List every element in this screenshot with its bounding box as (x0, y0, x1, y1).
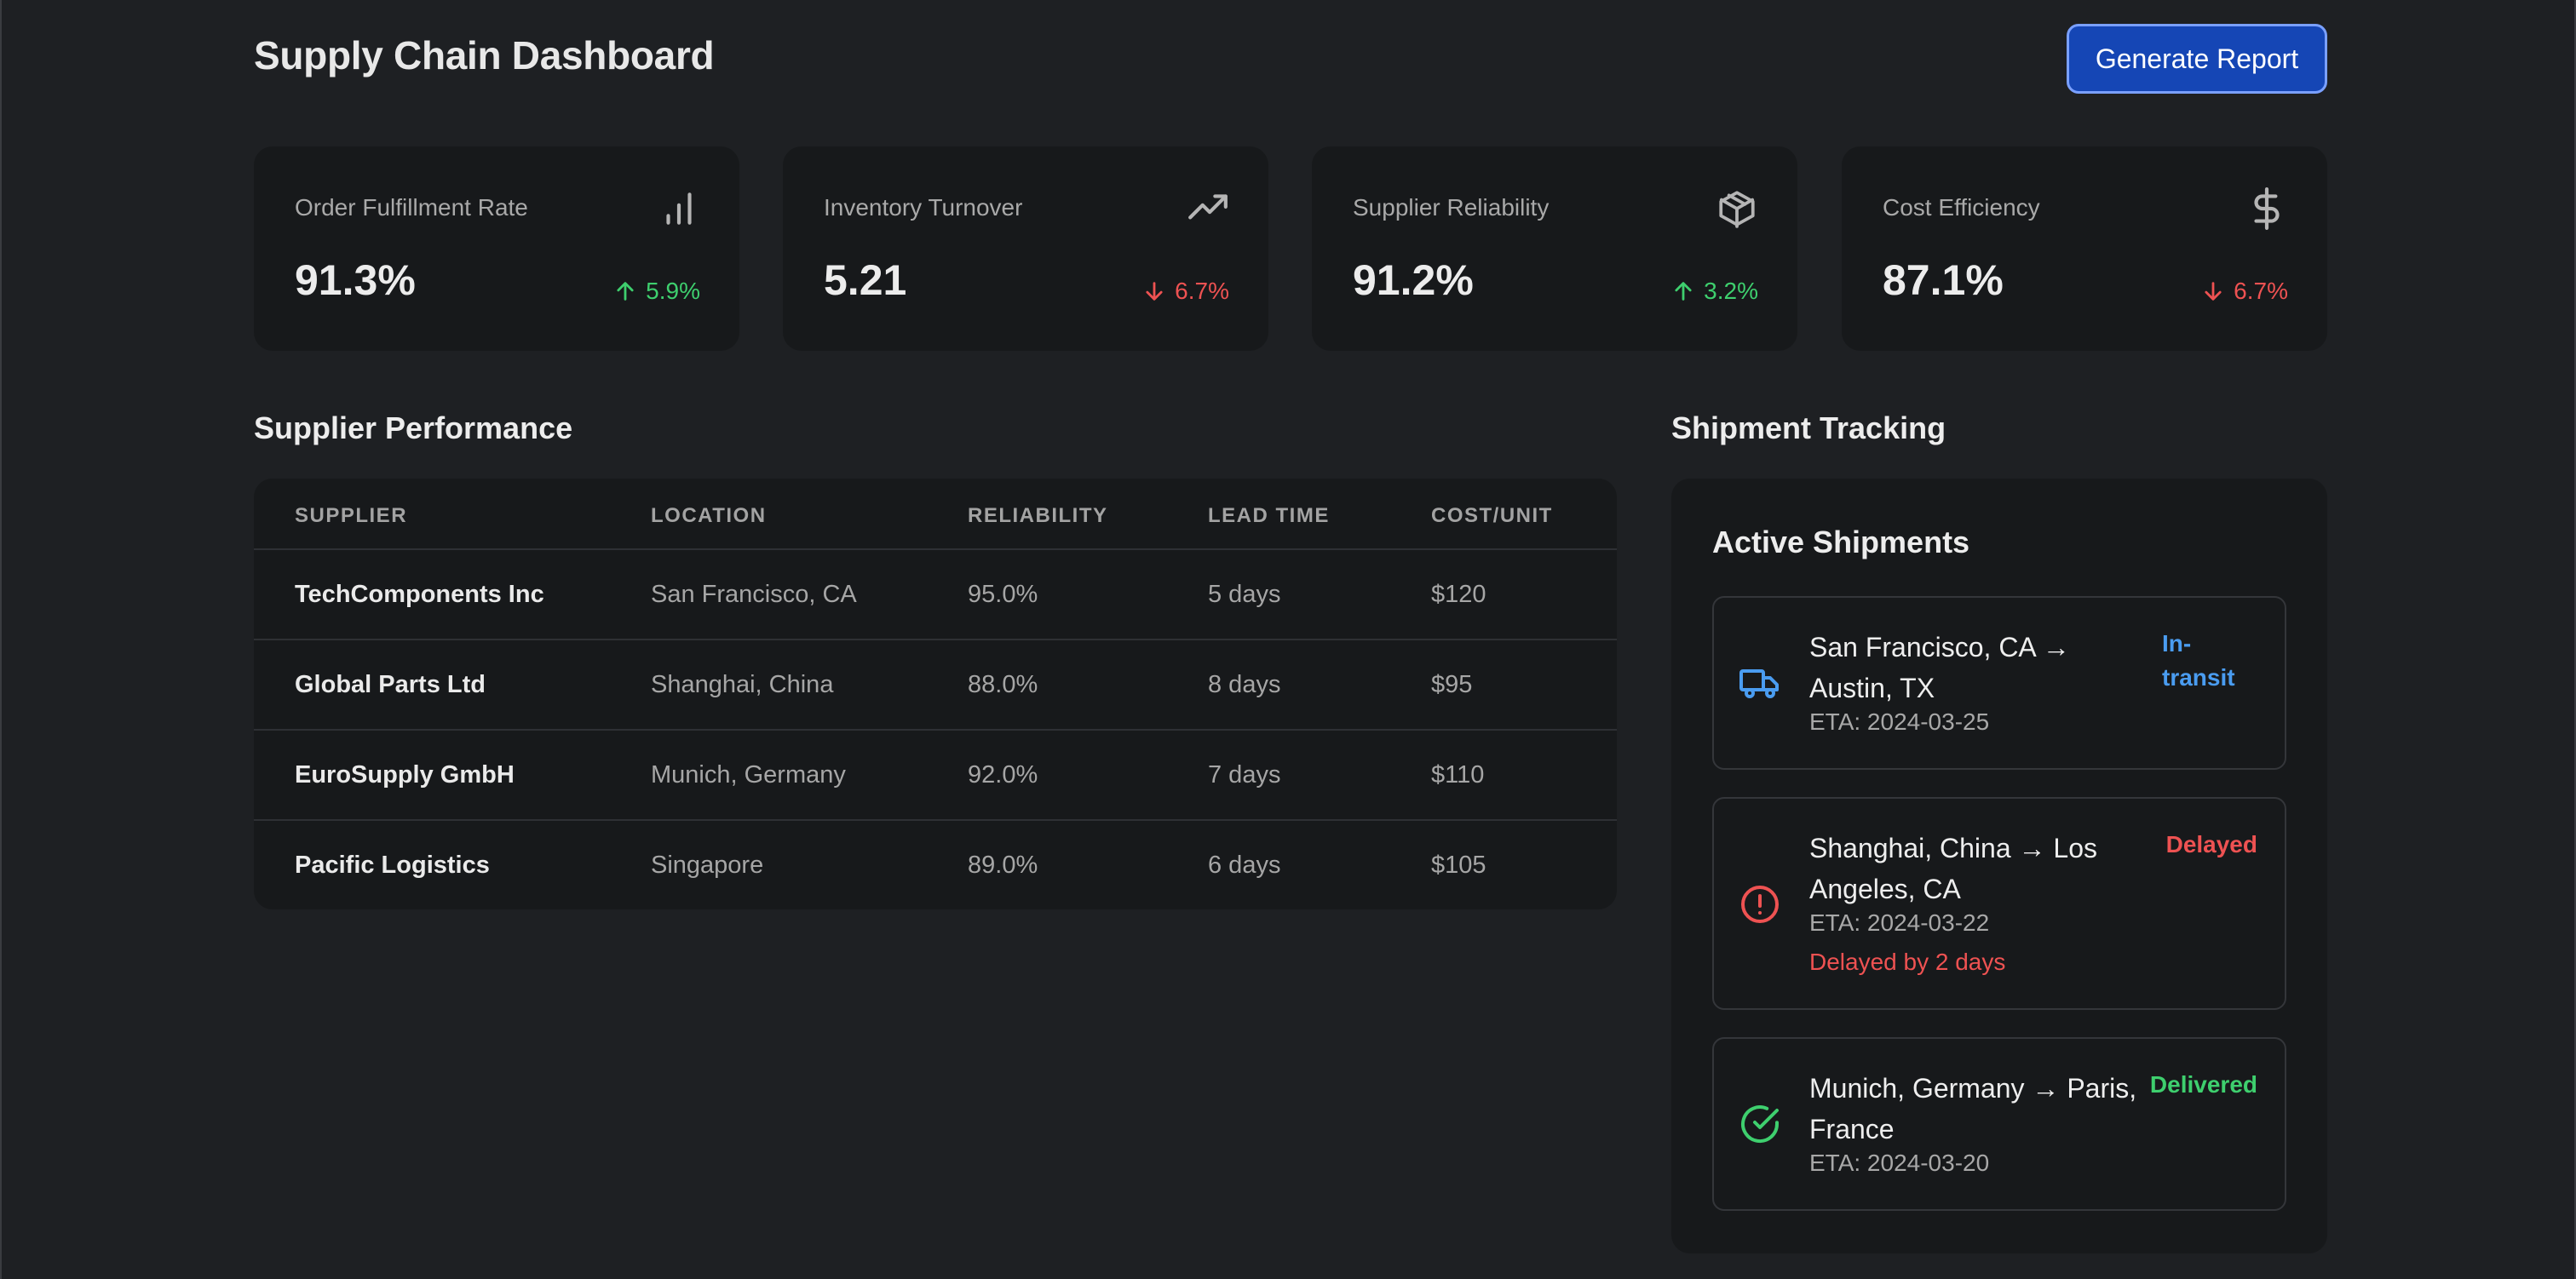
shipment-route: San Francisco, CA → Austin, TX (1809, 627, 2150, 708)
route-line: Shanghai, China → Los (1809, 833, 2097, 863)
shipment-item[interactable]: Munich, Germany → Paris, France ETA: 202… (1712, 1037, 2286, 1211)
supplier-location: Singapore (651, 852, 764, 879)
supplier-cost-unit: $120 (1431, 581, 1486, 608)
route-line: Austin, TX (1809, 673, 1935, 703)
metric-change-value: 5.9% (646, 278, 700, 304)
metric-label: Cost Efficiency (1883, 194, 2040, 221)
status-line: Delayed (2165, 831, 2257, 857)
shipment-eta: ETA: 2024-03-25 (1809, 708, 1990, 735)
shipment-item[interactable]: San Francisco, CA → Austin, TX ETA: 2024… (1712, 596, 2286, 770)
metric-card-inventory-turnover: Inventory Turnover 5.21 6.7% (783, 146, 1268, 351)
route-line: Munich, Germany → Paris, (1809, 1073, 2137, 1104)
header: Supply Chain Dashboard Generate Report (254, 24, 2327, 97)
metric-change: 6.7% (2201, 278, 2288, 305)
supplier-location: San Francisco, CA (651, 581, 857, 608)
shipment-tracking-title: Shipment Tracking (1671, 410, 1946, 445)
supplier-reliability: 95.0% (968, 581, 1038, 608)
metric-value: 5.21 (824, 256, 907, 304)
bar-chart-icon (666, 192, 692, 225)
metrics-row: Order Fulfillment Rate 91.3% 5.9% Invent… (254, 146, 2327, 351)
status-badge-delivered: Delivered (2150, 1068, 2257, 1102)
table-row[interactable]: EuroSupply GmbH Munich, Germany 92.0% 7 … (254, 731, 1617, 821)
generate-report-button[interactable]: Generate Report (2067, 24, 2327, 94)
status-line: transit (2162, 664, 2235, 691)
metric-change: 5.9% (613, 278, 700, 305)
metric-change-value: 3.2% (1704, 278, 1758, 304)
metric-label: Supplier Reliability (1353, 194, 1550, 221)
metric-card-order-fulfillment: Order Fulfillment Rate 91.3% 5.9% (254, 146, 739, 351)
supplier-name: Pacific Logistics (295, 852, 490, 879)
route-line: France (1809, 1114, 1895, 1144)
metric-change-value: 6.7% (1175, 278, 1229, 304)
metric-change: 3.2% (1671, 278, 1758, 305)
supplier-name: Global Parts Ltd (295, 671, 486, 698)
supplier-cost-unit: $105 (1431, 852, 1486, 879)
route-line: San Francisco, CA → (1809, 632, 2070, 662)
column-header-location[interactable]: LOCATION (651, 504, 767, 528)
table-row[interactable]: Pacific Logistics Singapore 89.0% 6 days… (254, 821, 1617, 909)
check-circle-icon (1741, 1105, 1779, 1143)
supplier-lead-time: 5 days (1208, 581, 1281, 608)
supplier-lead-time: 8 days (1208, 671, 1281, 698)
shipment-eta: ETA: 2024-03-22 (1809, 909, 1990, 936)
shipment-route: Munich, Germany → Paris, France (1809, 1068, 2167, 1150)
metric-card-supplier-reliability: Supplier Reliability 91.2% 3.2% (1312, 146, 1797, 351)
supplier-name: EuroSupply GmbH (295, 761, 515, 789)
status-badge-in-transit: In- transit (2162, 627, 2235, 695)
dollar-icon (2254, 187, 2280, 230)
arrow-down-icon (2205, 282, 2222, 301)
arrow-down-icon (1146, 282, 1163, 301)
column-header-reliability[interactable]: RELIABILITY (968, 504, 1108, 528)
status-badge-delayed: Delayed (2166, 828, 2257, 862)
supplier-reliability: 92.0% (968, 761, 1038, 789)
active-shipments-heading: Active Shipments (1712, 525, 1970, 559)
metric-label: Order Fulfillment Rate (295, 194, 528, 221)
supplier-cost-unit: $95 (1431, 671, 1473, 698)
metric-change-value: 6.7% (2234, 278, 2288, 304)
metric-label: Inventory Turnover (824, 194, 1023, 221)
trending-up-icon (1188, 194, 1228, 220)
app-window: Supply Chain Dashboard Generate Report O… (0, 0, 2576, 1279)
supplier-cost-unit: $110 (1431, 761, 1485, 789)
status-line: Delivered (2149, 1071, 2257, 1098)
truck-icon (1739, 669, 1779, 698)
supplier-lead-time: 6 days (1208, 852, 1281, 879)
table-header: SUPPLIER LOCATION RELIABILITY LEAD TIME … (254, 479, 1617, 550)
metric-value: 91.2% (1353, 256, 1474, 304)
supplier-lead-time: 7 days (1208, 761, 1281, 789)
supplier-location: Munich, Germany (651, 761, 846, 789)
arrow-up-icon (1675, 282, 1692, 301)
alert-circle-icon (1741, 886, 1779, 923)
package-icon (1719, 191, 1755, 228)
supplier-reliability: 88.0% (968, 671, 1038, 698)
column-header-cost-unit[interactable]: COST/UNIT (1431, 504, 1553, 528)
column-header-supplier[interactable]: SUPPLIER (295, 504, 407, 528)
shipment-eta: ETA: 2024-03-20 (1809, 1150, 1990, 1176)
delay-note: Delayed by 2 days (1809, 949, 2006, 975)
shipment-item[interactable]: Shanghai, China → Los Angeles, CA ETA: 2… (1712, 797, 2286, 1010)
shipment-route: Shanghai, China → Los Angeles, CA (1809, 828, 2150, 909)
metric-card-cost-efficiency: Cost Efficiency 87.1% 6.7% (1842, 146, 2327, 351)
status-line: In- (2162, 630, 2192, 657)
shipment-tracking-panel: Active Shipments San Francisco, CA → Aus… (1671, 479, 2327, 1253)
supplier-performance-title: Supplier Performance (254, 410, 573, 445)
table-row[interactable]: Global Parts Ltd Shanghai, China 88.0% 8… (254, 640, 1617, 731)
metric-value: 87.1% (1883, 256, 2004, 304)
table-row[interactable]: TechComponents Inc San Francisco, CA 95.… (254, 550, 1617, 640)
supplier-table: SUPPLIER LOCATION RELIABILITY LEAD TIME … (254, 479, 1617, 909)
page-title: Supply Chain Dashboard (254, 33, 715, 77)
metric-change: 6.7% (1142, 278, 1229, 305)
arrow-up-icon (617, 282, 634, 301)
supplier-reliability: 89.0% (968, 852, 1038, 879)
metric-value: 91.3% (295, 256, 416, 304)
supplier-name: TechComponents Inc (295, 581, 544, 608)
column-header-lead-time[interactable]: LEAD TIME (1208, 504, 1330, 528)
route-line: Angeles, CA (1809, 874, 1961, 904)
supplier-location: Shanghai, China (651, 671, 834, 698)
